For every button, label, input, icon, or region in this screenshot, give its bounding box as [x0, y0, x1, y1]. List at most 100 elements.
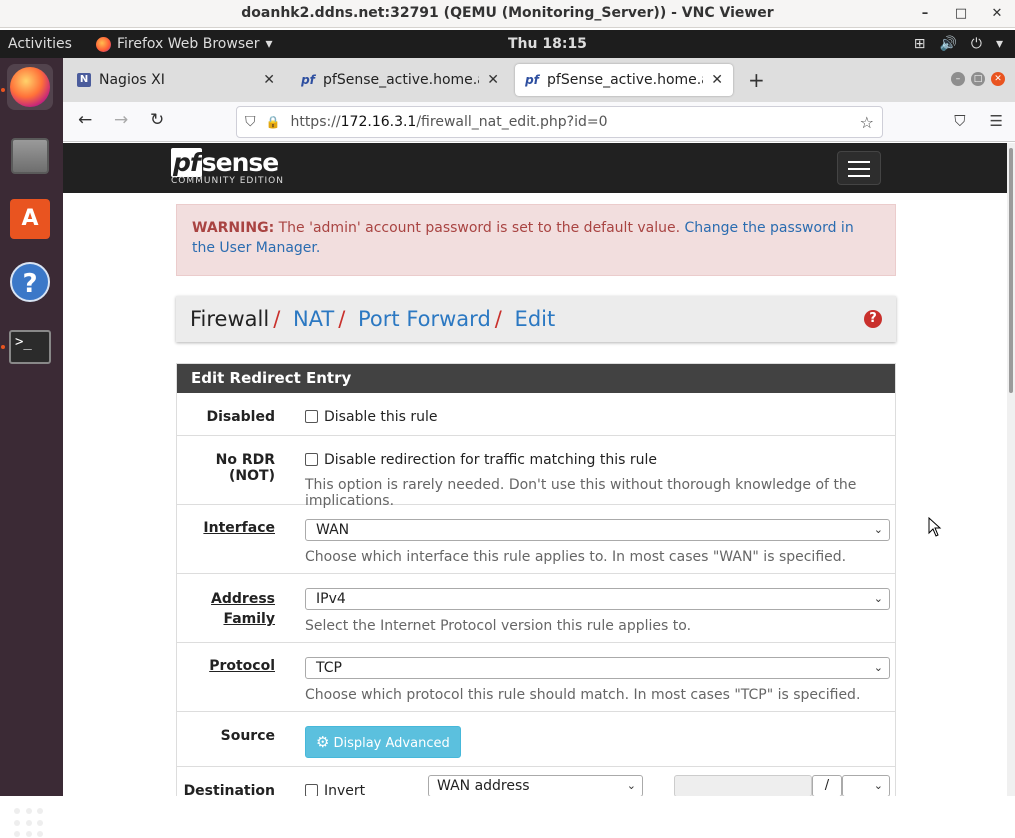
- nagios-favicon-icon: N: [77, 73, 91, 87]
- interface-label: Interface: [203, 520, 275, 536]
- browser-window-controls: – □ ✕: [951, 72, 1005, 86]
- activities-button[interactable]: Activities: [8, 30, 72, 58]
- row-protocol: Protocol TCP ⌄ Choose which protocol this…: [177, 643, 895, 712]
- menu-icon[interactable]: ☰: [990, 112, 1003, 130]
- slash-separator: /: [812, 775, 842, 796]
- reload-button[interactable]: ↻: [150, 110, 164, 130]
- pocket-icon[interactable]: ⛉: [954, 112, 965, 130]
- dock-firefox[interactable]: [7, 64, 53, 110]
- gear-icon: ⚙: [316, 733, 330, 751]
- protocol-select[interactable]: TCP ⌄: [305, 657, 890, 679]
- app-menu-label: Firefox Web Browser: [117, 36, 260, 52]
- address-family-help: Select the Internet Protocol version thi…: [305, 618, 692, 634]
- invert-checkbox[interactable]: Invert: [305, 783, 365, 796]
- help-icon[interactable]: ?: [864, 310, 882, 328]
- app-menu[interactable]: Firefox Web Browser ▾: [96, 30, 273, 58]
- tab-nagios[interactable]: N Nagios XI ✕: [67, 64, 285, 96]
- protocol-help: Choose which protocol this rule should m…: [305, 687, 861, 703]
- volume-icon: 🔊: [939, 36, 957, 52]
- dock-terminal[interactable]: >_: [7, 324, 53, 370]
- source-label: Source: [220, 728, 275, 744]
- tab-label: pfSense_active.home.arpa: [323, 72, 479, 88]
- vnc-window-title: doanhk2.ddns.net:32791 (QEMU (Monitoring…: [241, 5, 774, 21]
- page-scrollbar[interactable]: [1007, 143, 1015, 796]
- edit-redirect-panel: Edit Redirect Entry Disabled Disable thi…: [176, 363, 896, 796]
- row-interface: Interface WAN ⌄ Choose which interface th…: [177, 505, 895, 574]
- chevron-down-icon: ⌄: [873, 592, 883, 605]
- warning-label: WARNING:: [192, 220, 275, 236]
- panel-title: Edit Redirect Entry: [177, 364, 895, 393]
- destination-mask-select[interactable]: ⌄: [842, 775, 890, 796]
- chevron-down-icon: ⌄: [873, 523, 883, 536]
- tab-pfsense-1[interactable]: pf pfSense_active.home.arpa ✕: [291, 64, 509, 96]
- shield-icon[interactable]: ⛉: [245, 114, 256, 130]
- destination-address-select[interactable]: WAN address ⌄: [428, 775, 643, 796]
- back-button[interactable]: ←: [78, 110, 92, 130]
- row-disabled: Disabled Disable this rule: [177, 393, 895, 436]
- chevron-down-icon: ⌄: [626, 779, 636, 792]
- row-address-family: Address Family IPv4 ⌄ Select the Internet …: [177, 574, 895, 643]
- close-tab-icon[interactable]: ✕: [263, 72, 275, 88]
- dock-help[interactable]: ?: [7, 259, 53, 305]
- address-family-select[interactable]: IPv4 ⌄: [305, 588, 890, 610]
- lock-icon[interactable]: 🔒: [266, 115, 281, 129]
- interface-help: Choose which interface this rule applies…: [305, 549, 847, 565]
- clock[interactable]: Thu 18:15: [508, 30, 587, 58]
- bookmark-star-icon[interactable]: ☆: [860, 113, 874, 132]
- maximize-icon[interactable]: □: [951, 1, 971, 27]
- close-icon[interactable]: ✕: [987, 1, 1007, 27]
- default-password-warning: WARNING: The 'admin' account password is…: [176, 204, 896, 276]
- interface-select[interactable]: WAN ⌄: [305, 519, 890, 541]
- pfsense-logo[interactable]: pfsense COMMUNITY EDITION: [171, 148, 284, 186]
- nav-right-tools: ⛉ ☰: [954, 112, 1003, 130]
- breadcrumb: Firewall / NAT / Port Forward / Edit ?: [176, 296, 896, 342]
- scrollbar-thumb[interactable]: [1009, 148, 1013, 393]
- warning-text: The 'admin' account password is set to t…: [274, 220, 685, 236]
- hamburger-menu-icon[interactable]: [837, 151, 881, 185]
- breadcrumb-edit[interactable]: Edit: [515, 307, 556, 331]
- pfsense-favicon-icon: pf: [301, 73, 315, 87]
- tab-label: Nagios XI: [99, 72, 165, 88]
- close-tab-icon[interactable]: ✕: [487, 72, 499, 88]
- disable-rule-checkbox[interactable]: Disable this rule: [305, 409, 438, 425]
- files-icon: [11, 138, 49, 174]
- close-tab-icon[interactable]: ✕: [711, 72, 723, 88]
- vnc-window-controls: – □ ✕: [915, 0, 1007, 28]
- maximize-icon[interactable]: □: [971, 72, 985, 86]
- row-destination: Destination Invert WAN address ⌄ / ⌄: [177, 767, 895, 796]
- breadcrumb-nat[interactable]: NAT: [293, 307, 334, 331]
- dock: A ? >_: [0, 58, 63, 838]
- dock-software[interactable]: A: [7, 196, 53, 242]
- breadcrumb-port-forward[interactable]: Port Forward: [358, 307, 491, 331]
- help-icon: ?: [10, 262, 50, 302]
- protocol-label: Protocol: [209, 658, 275, 674]
- row-nordr: No RDR (NOT) Disable redirection for tra…: [177, 436, 895, 509]
- minimize-icon[interactable]: –: [915, 1, 935, 27]
- software-icon: A: [10, 199, 50, 239]
- address-family-label: Address Family: [211, 591, 275, 627]
- close-icon[interactable]: ✕: [991, 72, 1005, 86]
- disabled-label: Disabled: [206, 409, 275, 425]
- chevron-down-icon: ⌄: [873, 661, 883, 674]
- browser-nav-bar: ← → ↻ ⛉ 🔒 https://172.16.3.1/firewall_na…: [63, 102, 1015, 142]
- browser-tab-bar: N Nagios XI ✕ pf pfSense_active.home.arp…: [63, 58, 1015, 102]
- nordr-checkbox[interactable]: Disable redirection for traffic matching…: [305, 452, 657, 468]
- display-advanced-button[interactable]: ⚙ Display Advanced: [305, 726, 461, 758]
- show-apps-icon[interactable]: [14, 808, 44, 838]
- forward-button[interactable]: →: [114, 110, 128, 130]
- dock-files[interactable]: [7, 133, 53, 179]
- system-tray[interactable]: ⊞ 🔊 ⏻ ▾: [914, 30, 1003, 58]
- tab-pfsense-2[interactable]: pf pfSense_active.home.arpa ✕: [515, 64, 733, 96]
- chevron-down-icon: ⌄: [873, 779, 883, 792]
- minimize-icon[interactable]: –: [951, 72, 965, 86]
- pfsense-favicon-icon: pf: [525, 73, 539, 87]
- firefox-icon: [96, 36, 111, 52]
- network-icon: ⊞: [913, 36, 926, 52]
- destination-address-input[interactable]: [674, 775, 812, 796]
- new-tab-button[interactable]: +: [748, 68, 765, 92]
- chevron-down-icon: ▾: [995, 36, 1003, 52]
- power-icon: ⏻: [970, 36, 982, 52]
- url-text[interactable]: https://172.16.3.1/firewall_nat_edit.php…: [290, 114, 607, 130]
- running-indicator: [1, 345, 5, 349]
- url-bar[interactable]: ⛉ 🔒 https://172.16.3.1/firewall_nat_edit…: [236, 106, 883, 138]
